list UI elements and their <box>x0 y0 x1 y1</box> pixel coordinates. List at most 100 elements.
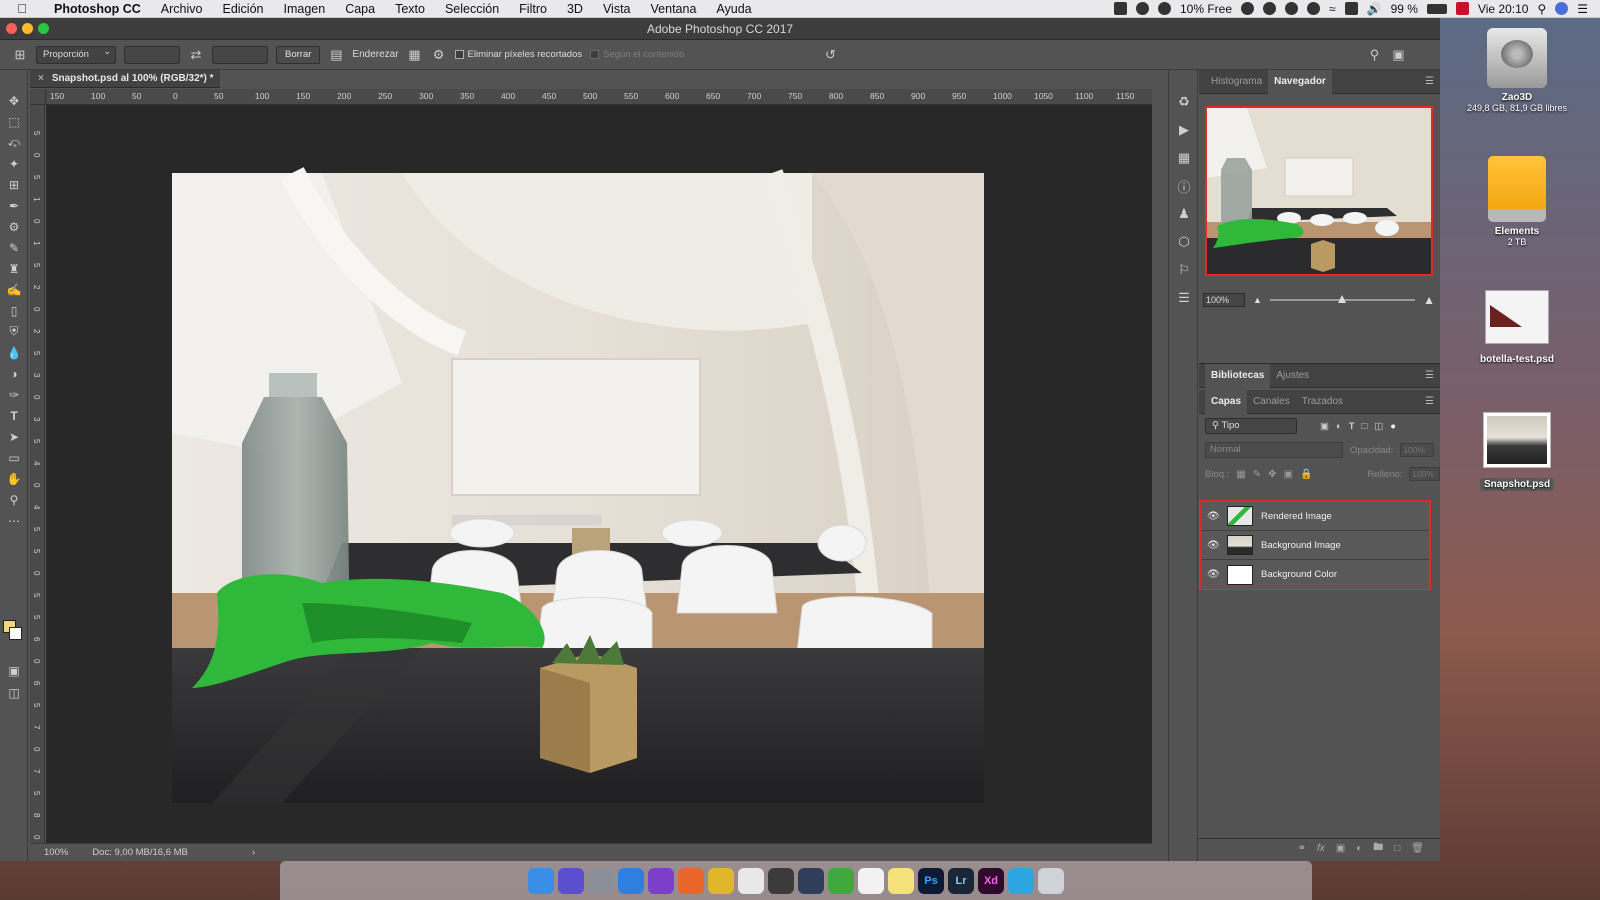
crop-tool-icon[interactable]: ⊞ <box>0 174 28 195</box>
visibility-eye-icon[interactable]: 👁 <box>1207 540 1220 551</box>
memory-icon[interactable] <box>1158 2 1171 15</box>
path-selection-tool-icon[interactable]: ➤ <box>0 426 28 447</box>
dropbox-icon[interactable] <box>1136 2 1149 15</box>
dock-app-notes[interactable] <box>888 867 914 894</box>
airplay-icon[interactable] <box>1344 2 1358 15</box>
screen-mode-icon[interactable]: ◫ <box>0 682 28 703</box>
shape-filter-icon[interactable]: □ <box>1362 421 1368 432</box>
info-icon[interactable]: ⓘ <box>1169 172 1199 200</box>
history-icon[interactable]: ♻ <box>1169 88 1199 116</box>
layer-row-rendered-image[interactable]: 👁 Rendered Image <box>1201 502 1429 531</box>
creative-cloud-icon[interactable] <box>1241 2 1255 15</box>
tab-layers[interactable]: Capas <box>1205 389 1248 414</box>
navigator-zoom-field[interactable]: 100% <box>1203 293 1245 307</box>
marquee-tool-icon[interactable]: ⬚ <box>0 111 28 132</box>
notification-center-icon[interactable]: ☰ <box>1577 2 1588 16</box>
3d-cube-icon[interactable]: ⬡ <box>1169 228 1199 256</box>
panel-menu-icon[interactable]: ☰ <box>1425 396 1434 407</box>
smart-object-filter-icon[interactable]: ◫ <box>1374 421 1383 432</box>
dock-app-chrome[interactable] <box>708 867 734 894</box>
reset-icon[interactable]: ↺ <box>822 47 838 63</box>
search-icon[interactable]: ⚲ <box>1366 47 1382 63</box>
layer-thumbnail[interactable] <box>1227 535 1253 555</box>
lasso-tool-icon[interactable]: ⤽ <box>0 132 28 153</box>
menu-capa[interactable]: Capa <box>335 2 385 16</box>
time-machine-icon[interactable] <box>1307 2 1321 15</box>
checkbox-box[interactable] <box>454 50 464 59</box>
delete-cropped-checkbox[interactable]: Eliminar píxeles recortados <box>454 49 582 60</box>
add-mask-icon[interactable]: ▣ <box>1336 843 1345 854</box>
menu-edicion[interactable]: Edición <box>212 2 273 16</box>
pen-tool-icon[interactable]: ✑ <box>0 384 28 405</box>
battery-label[interactable]: 99 % <box>1391 2 1418 16</box>
document-tab[interactable]: × Snapshot.psd al 100% (RGB/32*) * <box>30 70 220 88</box>
eyedropper-tool-icon[interactable]: ✒ <box>0 195 28 216</box>
hand-tool-icon[interactable]: ✋ <box>0 468 28 489</box>
brush-tool-icon[interactable]: ✎ <box>0 237 28 258</box>
document-canvas[interactable] <box>46 105 1152 843</box>
layer-name[interactable]: Rendered Image <box>1261 511 1332 522</box>
gear-icon[interactable]: ⚙ <box>431 47 447 63</box>
layer-thumbnail[interactable] <box>1227 506 1253 526</box>
opacity-field[interactable]: 100% <box>1400 443 1435 457</box>
siri-icon[interactable] <box>1555 2 1569 15</box>
adjustment-filter-icon[interactable]: ◐ <box>1336 421 1342 432</box>
tab-adjustments[interactable]: Ajustes <box>1270 364 1315 388</box>
character-icon[interactable]: ☰ <box>1169 284 1199 312</box>
dock-app-ps[interactable]: Ps <box>918 867 944 894</box>
lock-position-icon[interactable]: ✥ <box>1268 469 1276 480</box>
layer-name[interactable]: Background Image <box>1261 540 1341 551</box>
panel-menu-icon[interactable]: ☰ <box>1425 76 1434 87</box>
dock-app-sublime[interactable] <box>768 867 794 894</box>
dock-app-lr[interactable]: Lr <box>948 867 974 894</box>
dock-app-safari[interactable] <box>618 867 644 894</box>
ratio-height-field[interactable] <box>212 45 268 64</box>
dock-app-launchpad[interactable] <box>588 867 614 894</box>
dock-app-firefox[interactable] <box>678 867 704 894</box>
navigator-thumbnail[interactable] <box>1207 108 1431 274</box>
clone-source-icon[interactable]: ♟ <box>1169 200 1199 228</box>
desktop-icon-snapshot[interactable]: Snapshot.psd <box>1457 412 1577 491</box>
menu-archivo[interactable]: Archivo <box>151 2 213 16</box>
dock-app-finder[interactable] <box>528 867 554 894</box>
menu-ventana[interactable]: Ventana <box>641 2 707 16</box>
minimize-window-button[interactable] <box>22 23 33 34</box>
rectangle-tool-icon[interactable]: ▭ <box>0 447 28 468</box>
horizontal-ruler[interactable]: 150 100 50 0 50 100 150 200 250 300 350 400 450 500 55… <box>46 89 1152 105</box>
zoom-window-button[interactable] <box>38 23 49 34</box>
ratio-width-field[interactable] <box>124 45 180 64</box>
drive-icon[interactable] <box>1263 2 1277 15</box>
stamp-tool-icon[interactable]: ♜ <box>0 258 28 279</box>
crop-tool-icon[interactable]: ⊞ <box>12 47 28 63</box>
dock-app-leaf[interactable] <box>828 867 854 894</box>
status-zoom[interactable]: 100% <box>44 847 68 858</box>
desktop-icon-botella-test[interactable]: botella-test.psd <box>1457 290 1577 365</box>
close-tab-icon[interactable]: × <box>38 73 44 84</box>
close-window-button[interactable] <box>6 23 17 34</box>
zoom-slider[interactable] <box>1269 295 1416 303</box>
tab-libraries[interactable]: Bibliotecas <box>1205 363 1271 388</box>
adjustment-layer-icon[interactable]: ◐ <box>1356 843 1362 854</box>
checkbox-box[interactable] <box>590 50 600 59</box>
tab-paths[interactable]: Trazados <box>1296 390 1349 414</box>
zoom-out-icon[interactable]: ▲ <box>1253 295 1262 305</box>
filter-toggle-icon[interactable]: ● <box>1390 421 1396 432</box>
dock-app-calendar[interactable] <box>858 867 884 894</box>
type-tool-icon[interactable]: T <box>0 405 28 426</box>
clock[interactable]: Vie 20:10 <box>1478 2 1529 16</box>
lock-all-icon[interactable]: 🔒 <box>1300 469 1312 480</box>
zoom-tool-icon[interactable]: ⚲ <box>0 489 28 510</box>
layer-row-background-image[interactable]: 👁 Background Image <box>1201 531 1429 560</box>
link-layers-icon[interactable]: ⚭ <box>1298 843 1306 854</box>
layer-style-icon[interactable]: fx <box>1317 843 1325 854</box>
visibility-eye-icon[interactable]: 👁 <box>1207 569 1220 580</box>
status-doc-info[interactable]: Doc: 9,00 MB/16,6 MB <box>92 847 188 858</box>
straighten-label[interactable]: Enderezar <box>352 49 398 60</box>
dock-app-telegram[interactable] <box>1008 867 1034 894</box>
dodge-tool-icon[interactable]: ◑ <box>0 363 28 384</box>
evernote-icon[interactable] <box>1285 2 1299 15</box>
ratio-select[interactable]: Proporción <box>36 45 116 64</box>
blend-mode-select[interactable]: Normal <box>1205 442 1343 458</box>
fill-field[interactable]: 100% <box>1409 467 1440 481</box>
apple-menu-icon[interactable]:  <box>0 1 44 16</box>
